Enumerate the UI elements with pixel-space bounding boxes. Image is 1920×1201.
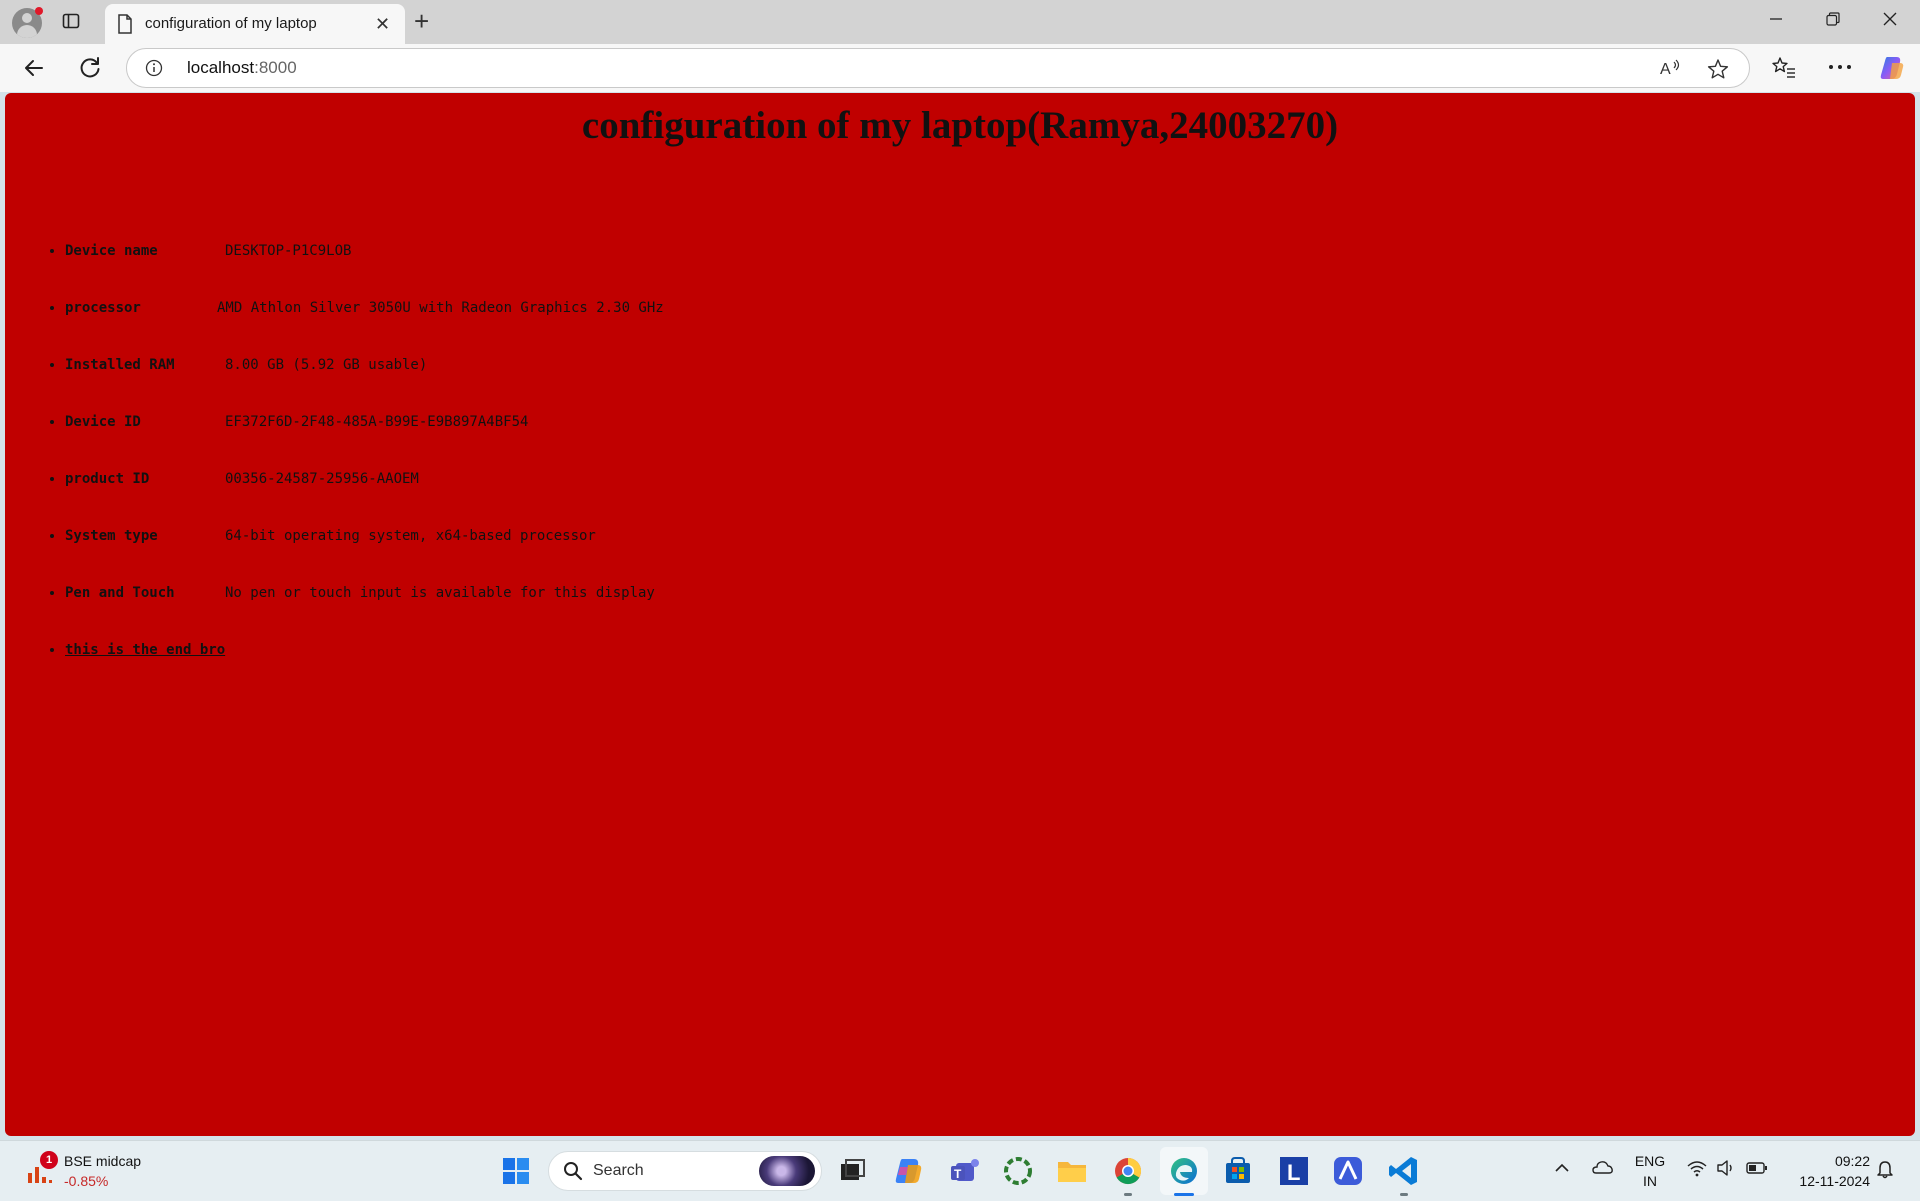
spec-value: EF372F6D-2F48-485A-B99E-E9B897A4BF54	[225, 414, 529, 430]
onedrive-cloud-icon[interactable]	[1590, 1159, 1614, 1175]
spec-value: DESKTOP-P1C9LOB	[225, 243, 352, 259]
copilot-app-icon[interactable]	[888, 1151, 928, 1191]
minimize-button[interactable]	[1756, 8, 1796, 32]
widget-badge: 1	[40, 1151, 58, 1169]
running-indicator	[1400, 1193, 1408, 1196]
l-app-icon[interactable]: L	[1274, 1151, 1314, 1191]
url-port: :8000	[254, 58, 297, 77]
spec-value: 00356-24587-25956-AAOEM	[225, 471, 419, 487]
teams-icon[interactable]: T	[944, 1151, 984, 1191]
active-indicator	[1174, 1193, 1194, 1196]
notification-bell-icon[interactable]	[1876, 1159, 1894, 1179]
refresh-icon[interactable]	[76, 54, 104, 82]
widget-name: BSE midcap	[64, 1153, 142, 1169]
spec-list: Device name DESKTOP-P1C9LOB processor AMD …	[5, 243, 664, 699]
clock-time[interactable]: 09:22	[1780, 1153, 1870, 1169]
favorites-list-icon[interactable]	[1772, 56, 1796, 78]
svg-text:A: A	[1660, 61, 1671, 78]
read-aloud-icon[interactable]: A	[1659, 58, 1681, 78]
restore-button[interactable]	[1813, 8, 1853, 32]
search-highlight-image	[759, 1156, 815, 1186]
spec-item: Pen and Touch No pen or touch input is av…	[65, 585, 664, 642]
battery-icon[interactable]	[1746, 1161, 1768, 1175]
taskbar: 1 BSE midcap -0.85% Search T L ENG IN 09…	[0, 1140, 1920, 1201]
new-tab-button[interactable]: +	[414, 8, 429, 34]
language-indicator-line1[interactable]: ENG	[1630, 1153, 1670, 1169]
more-options-icon[interactable]	[1828, 64, 1852, 70]
edge-icon[interactable]	[1164, 1151, 1204, 1191]
url-text[interactable]: localhost:8000	[187, 58, 297, 78]
spec-key: Pen and Touch	[65, 585, 175, 601]
sync-app-icon[interactable]	[998, 1151, 1038, 1191]
task-view-icon[interactable]	[832, 1151, 872, 1191]
widget-change: -0.85%	[64, 1173, 109, 1189]
spec-item: System type 64-bit operating system, x64-…	[65, 528, 664, 585]
search-icon	[564, 1162, 583, 1181]
favorite-star-icon[interactable]	[1707, 58, 1729, 80]
tab-strip: configuration of my laptop ✕ +	[0, 0, 1920, 44]
azure-app-icon[interactable]	[1328, 1151, 1368, 1191]
chevron-up-icon[interactable]	[1554, 1163, 1570, 1173]
address-bar[interactable]: localhost:8000 A	[126, 48, 1750, 88]
spec-value: 8.00 GB (5.92 GB usable)	[225, 357, 428, 373]
language-indicator-line2: IN	[1643, 1173, 1657, 1189]
windows-start-icon[interactable]	[496, 1151, 536, 1191]
clock-date: 12-11-2024	[1799, 1173, 1870, 1189]
spec-key: product ID	[65, 471, 150, 487]
spec-key: Installed RAM	[65, 357, 175, 373]
spec-item: Device ID EF372F6D-2F48-485A-B99E-E9B897A…	[65, 414, 664, 471]
tab-actions-icon[interactable]	[62, 12, 80, 30]
spec-item: product ID 00356-24587-25956-AAOEM	[65, 471, 664, 528]
tab-close-icon[interactable]: ✕	[375, 15, 390, 33]
notification-dot	[35, 7, 43, 15]
spec-key: Device ID	[65, 414, 141, 430]
back-arrow-icon[interactable]	[20, 54, 48, 82]
vscode-icon[interactable]	[1384, 1151, 1424, 1191]
spec-value: AMD Athlon Silver 3050U with Radeon Grap…	[217, 300, 664, 316]
close-window-button[interactable]	[1870, 8, 1910, 32]
spec-item: Device name DESKTOP-P1C9LOB	[65, 243, 664, 300]
stock-widget[interactable]: 1 BSE midcap -0.85%	[22, 1151, 142, 1195]
browser-toolbar: localhost:8000 A	[0, 44, 1920, 92]
svg-text:L: L	[1287, 1160, 1300, 1185]
close-icon	[1883, 12, 1897, 26]
site-info-icon[interactable]	[145, 59, 163, 77]
spec-key: processor	[65, 300, 141, 316]
store-icon[interactable]	[1218, 1151, 1258, 1191]
svg-text:T: T	[954, 1167, 962, 1181]
spec-value: No pen or touch input is available for t…	[225, 585, 655, 601]
tab-title: configuration of my laptop	[145, 15, 317, 32]
spec-item: processor AMD Athlon Silver 3050U with Ra…	[65, 300, 664, 357]
running-indicator	[1124, 1193, 1132, 1196]
spec-key: System type	[65, 528, 158, 544]
file-explorer-icon[interactable]	[1052, 1151, 1092, 1191]
spec-value: 64-bit operating system, x64-based proce…	[225, 528, 596, 544]
spec-item-end: this is the end bro	[65, 642, 664, 699]
chrome-icon[interactable]	[1108, 1151, 1148, 1191]
wifi-icon[interactable]	[1686, 1159, 1708, 1177]
page-title: configuration of my laptop(Ramya,2400327…	[581, 104, 1339, 147]
browser-tab-active[interactable]: configuration of my laptop ✕	[105, 4, 405, 44]
spec-key: Device name	[65, 243, 158, 259]
copilot-icon[interactable]	[1878, 54, 1906, 82]
minimize-icon	[1770, 18, 1782, 20]
taskbar-search[interactable]: Search	[548, 1151, 822, 1191]
page-viewport: configuration of my laptop(Ramya,2400327…	[5, 93, 1915, 1136]
search-placeholder: Search	[593, 1162, 644, 1179]
restore-icon	[1826, 12, 1840, 26]
page-document-icon	[118, 14, 132, 34]
end-link[interactable]: this is the end bro	[65, 642, 225, 658]
url-host: localhost	[187, 58, 255, 77]
spec-item: Installed RAM 8.00 GB (5.92 GB usable)	[65, 357, 664, 414]
volume-icon[interactable]	[1716, 1159, 1736, 1177]
